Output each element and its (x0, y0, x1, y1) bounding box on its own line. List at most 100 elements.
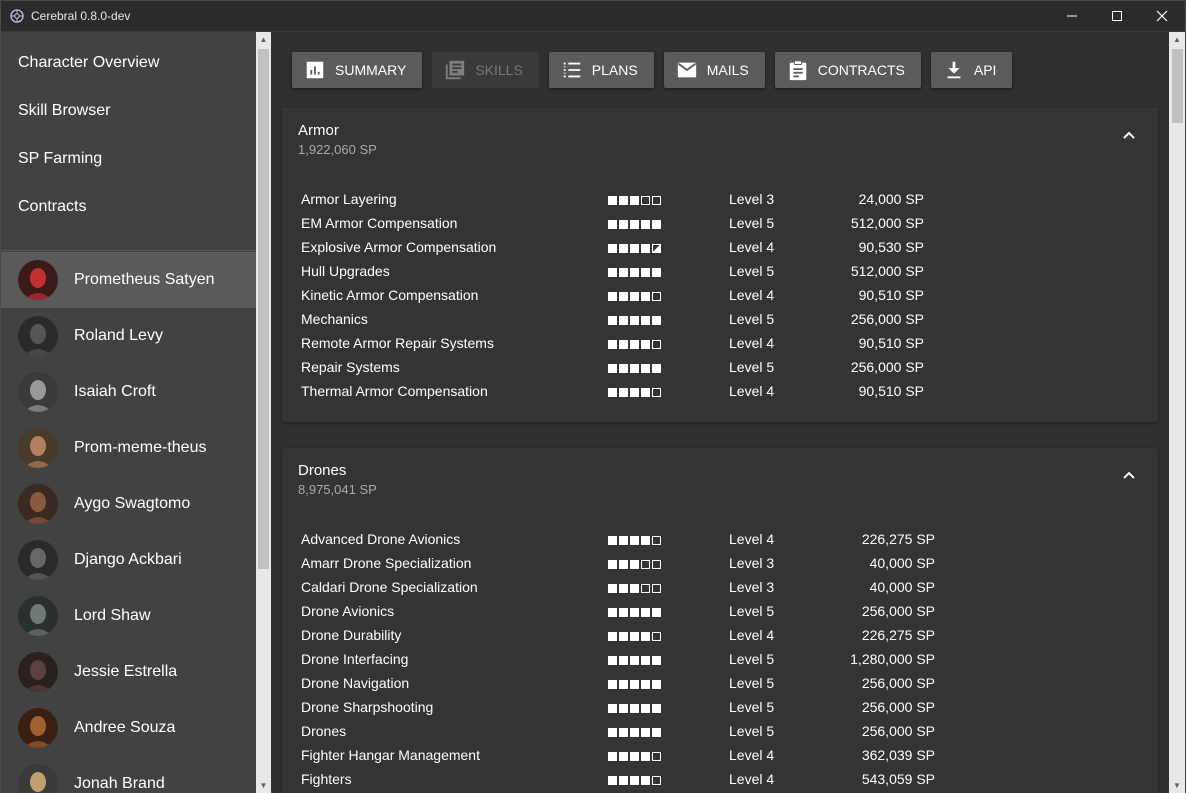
character-item[interactable]: Jessie Estrella (1, 644, 256, 700)
nav-sp-farming[interactable]: SP Farming (1, 135, 256, 183)
skill-level-box (641, 220, 650, 229)
character-item[interactable]: Andree Souza (1, 700, 256, 756)
skill-level-box (652, 584, 661, 593)
download-icon (947, 61, 961, 79)
skill-row[interactable]: Drone Avionics Level 5 256,000 SP (282, 600, 1158, 624)
skill-level-box (619, 584, 628, 593)
skill-level-box (652, 220, 661, 229)
nav-skill-browser[interactable]: Skill Browser (1, 87, 256, 135)
skill-group-header[interactable]: Armor 1,922,060 SP (282, 108, 1158, 188)
skill-level-box (608, 268, 617, 277)
skill-sp: 256,000 SP (861, 723, 935, 739)
chevron-up-icon[interactable] (1122, 128, 1136, 142)
api-button[interactable]: API (930, 52, 1013, 88)
title-bar: Cerebral 0.8.0-dev (1, 1, 1185, 32)
maximize-button[interactable] (1094, 1, 1140, 31)
skill-level-box (619, 560, 628, 569)
skill-level-box (641, 608, 650, 617)
skill-row[interactable]: Drone Sharpshooting Level 5 256,000 SP (282, 696, 1158, 720)
skill-row[interactable]: Drone Navigation Level 5 256,000 SP (282, 672, 1158, 696)
skill-level-box (619, 608, 628, 617)
skill-level-box (608, 752, 617, 761)
clipboard-icon (789, 60, 806, 81)
skill-sp: 256,000 SP (861, 699, 935, 715)
nav-character-overview[interactable]: Character Overview (1, 39, 256, 87)
skill-row[interactable]: Drone Durability Level 4 226,275 SP (282, 624, 1158, 648)
character-item[interactable]: Lord Shaw (1, 588, 256, 644)
sidebar: Character Overview Skill Browser SP Farm… (1, 32, 256, 793)
character-item[interactable]: Isaiah Croft (1, 364, 256, 420)
skill-sp: 40,000 SP (869, 555, 935, 571)
skill-row[interactable]: Fighters Level 4 543,059 SP (282, 768, 1158, 792)
scroll-up-arrow-icon[interactable]: ▲ (256, 32, 271, 47)
skill-level-box (608, 608, 617, 617)
skill-level-box (619, 364, 628, 373)
character-item[interactable]: Django Ackbari (1, 532, 256, 588)
skill-sp: 90,510 SP (858, 287, 924, 303)
scroll-up-arrow-icon[interactable]: ▲ (1169, 32, 1185, 47)
skill-row[interactable]: Drones Level 5 256,000 SP (282, 720, 1158, 744)
skill-name: Drone Sharpshooting (301, 699, 434, 715)
skill-row[interactable]: Armor Layering Level 3 24,000 SP (282, 188, 1158, 212)
skill-row[interactable]: Thermal Armor Compensation Level 4 90,510 … (282, 380, 1158, 404)
skill-name: Hull Upgrades (301, 263, 390, 279)
avatar (18, 316, 58, 356)
summary-button[interactable]: SUMMARY (292, 52, 423, 88)
plans-button[interactable]: PLANS (548, 52, 654, 88)
skill-level-boxes (608, 656, 663, 665)
contracts-button[interactable]: CONTRACTS (774, 52, 921, 88)
chevron-up-icon[interactable] (1122, 468, 1136, 482)
skill-level-box (652, 364, 661, 373)
main-scrollbar[interactable]: ▲ ▼ (1169, 32, 1185, 793)
skill-sp: 40,000 SP (869, 579, 935, 595)
sidebar-scrollbar[interactable]: ▲ ▼ (256, 32, 271, 793)
skill-row[interactable]: Kinetic Armor Compensation Level 4 90,510 … (282, 284, 1158, 308)
skill-row[interactable]: Repair Systems Level 5 256,000 SP (282, 356, 1158, 380)
mails-button[interactable]: MAILS (663, 52, 765, 88)
skill-level: Level 4 (729, 771, 775, 787)
skill-name: Drone Navigation (301, 675, 410, 691)
skill-row[interactable]: Amarr Drone Specialization Level 3 40,000 … (282, 552, 1158, 576)
skill-row[interactable]: Remote Armor Repair Systems Level 4 90,510… (282, 332, 1158, 356)
scroll-down-arrow-icon[interactable]: ▼ (256, 778, 271, 793)
character-item[interactable]: Jonah Brand (1, 756, 256, 793)
skill-level-boxes (608, 220, 663, 229)
character-name: Django Ackbari (74, 551, 182, 568)
skill-name: Drones (301, 723, 347, 739)
skill-group-sp: 1,922,060 SP (298, 142, 377, 157)
skill-level-box (641, 340, 650, 349)
skills-button[interactable]: SKILLS (432, 52, 539, 88)
character-item[interactable]: Roland Levy (1, 308, 256, 364)
character-item[interactable]: Aygo Swagtomo (1, 476, 256, 532)
close-button[interactable] (1139, 1, 1185, 31)
character-item[interactable]: Prom-meme-theus (1, 420, 256, 476)
scroll-down-arrow-icon[interactable]: ▼ (1169, 778, 1185, 793)
skill-row[interactable]: Fighter Hangar Management Level 4 362,039 … (282, 744, 1158, 768)
main-scroll-thumb[interactable] (1172, 49, 1183, 123)
sidebar-scroll-thumb[interactable] (258, 49, 269, 569)
skill-row[interactable]: Explosive Armor Compensation Level 4 90,53… (282, 236, 1158, 260)
skill-group-header[interactable]: Drones 8,975,041 SP (282, 448, 1158, 528)
skill-row[interactable]: Hull Upgrades Level 5 512,000 SP (282, 260, 1158, 284)
skill-level: Level 4 (729, 383, 775, 399)
skill-row[interactable]: Mechanics Level 5 256,000 SP (282, 308, 1158, 332)
skills-button-label: SKILLS (475, 62, 523, 78)
minimize-button[interactable] (1049, 1, 1095, 31)
skill-level-box (630, 196, 639, 205)
skill-level-box (652, 560, 661, 569)
skill-level-box (630, 584, 639, 593)
skill-level: Level 4 (729, 531, 775, 547)
nav-contracts[interactable]: Contracts (1, 183, 256, 231)
contracts-button-label: CONTRACTS (817, 62, 905, 78)
skill-level-boxes (608, 560, 663, 569)
skill-level-box (641, 704, 650, 713)
skill-level: Level 5 (729, 651, 775, 667)
skill-row[interactable]: Drone Interfacing Level 5 1,280,000 SP (282, 648, 1158, 672)
skill-level-boxes (608, 364, 663, 373)
skill-row[interactable]: Caldari Drone Specialization Level 3 40,00… (282, 576, 1158, 600)
skill-row[interactable]: Advanced Drone Avionics Level 4 226,275 SP (282, 528, 1158, 552)
character-item[interactable]: Prometheus Satyen (1, 252, 256, 308)
skill-row[interactable]: EM Armor Compensation Level 5 512,000 SP (282, 212, 1158, 236)
skill-level-boxes (608, 776, 663, 785)
skill-sp: 256,000 SP (861, 675, 935, 691)
